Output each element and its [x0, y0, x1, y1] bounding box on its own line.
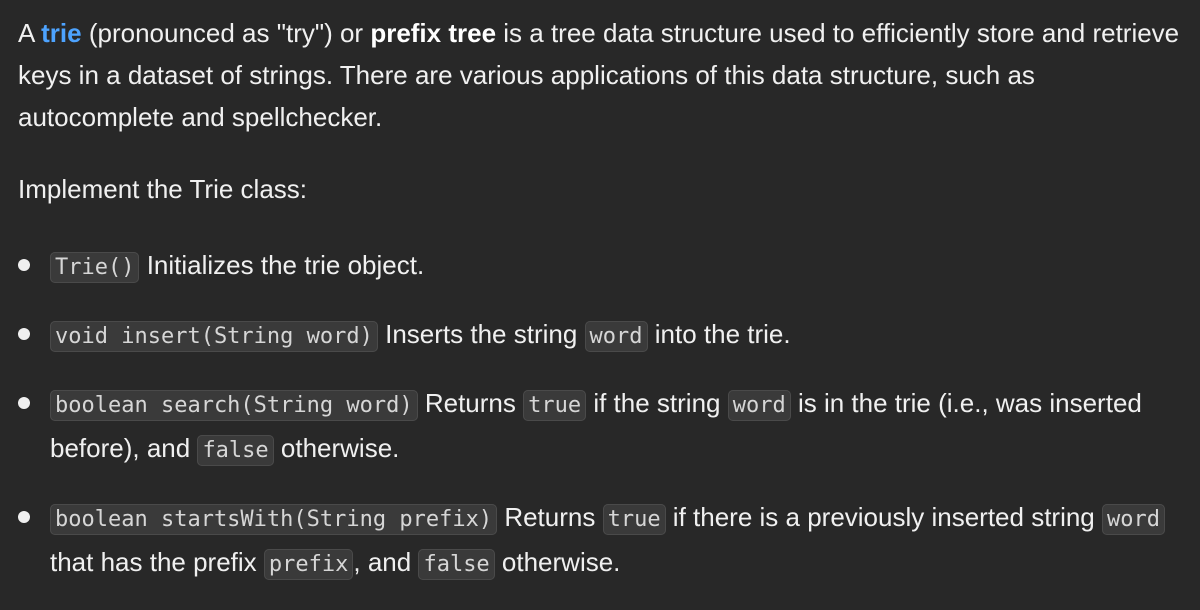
item-text: Returns: [417, 388, 524, 418]
item-text: otherwise.: [273, 433, 400, 463]
bullet-icon: [18, 511, 30, 523]
item-text: if the string: [586, 388, 728, 418]
code-word: word: [1102, 504, 1165, 535]
code-false: false: [418, 549, 495, 580]
item-text: , and: [353, 547, 419, 577]
problem-description: A trie (pronounced as "try") or prefix t…: [18, 12, 1188, 610]
intro-text-1: A: [18, 18, 42, 48]
intro-paragraph: A trie (pronounced as "try") or prefix t…: [18, 12, 1188, 138]
bullet-icon: [18, 397, 30, 409]
implement-heading: Implement the Trie class:: [18, 174, 307, 204]
bullet-icon: [18, 259, 30, 271]
code-true: true: [523, 390, 587, 421]
code-constructor: Trie(): [50, 252, 140, 283]
item-text: Initializes the trie object.: [139, 250, 425, 280]
intro-text-2: (pronounced as "try") or: [81, 18, 371, 48]
item-text: that has the prefix: [50, 547, 264, 577]
trie-link[interactable]: trie: [41, 18, 81, 48]
list-item-search: boolean search(String word) Returns true…: [18, 382, 1188, 472]
list-item-startswith: boolean startsWith(String prefix) Return…: [18, 496, 1188, 586]
code-true: true: [602, 504, 666, 535]
code-startswith: boolean startsWith(String prefix): [50, 504, 498, 535]
code-prefix: prefix: [263, 549, 354, 580]
code-insert: void insert(String word): [50, 321, 378, 352]
item-text: Inserts the string: [377, 319, 585, 349]
code-word: word: [727, 390, 791, 421]
list-item-insert: void insert(String word) Inserts the str…: [18, 313, 1188, 358]
list-item-constructor: Trie() Initializes the trie object.: [18, 244, 1188, 289]
code-false: false: [197, 435, 274, 466]
item-text: otherwise.: [494, 547, 621, 577]
code-search: boolean search(String word): [50, 390, 418, 421]
prefix-tree-bold: prefix tree: [370, 18, 497, 48]
item-text: if there is a previously inserted string: [665, 502, 1102, 532]
item-text: Returns: [497, 502, 603, 532]
method-list: Trie() Initializes the trie object. void…: [18, 244, 1188, 586]
code-word: word: [584, 321, 648, 352]
bullet-icon: [18, 328, 30, 340]
item-text: into the trie.: [647, 319, 791, 349]
